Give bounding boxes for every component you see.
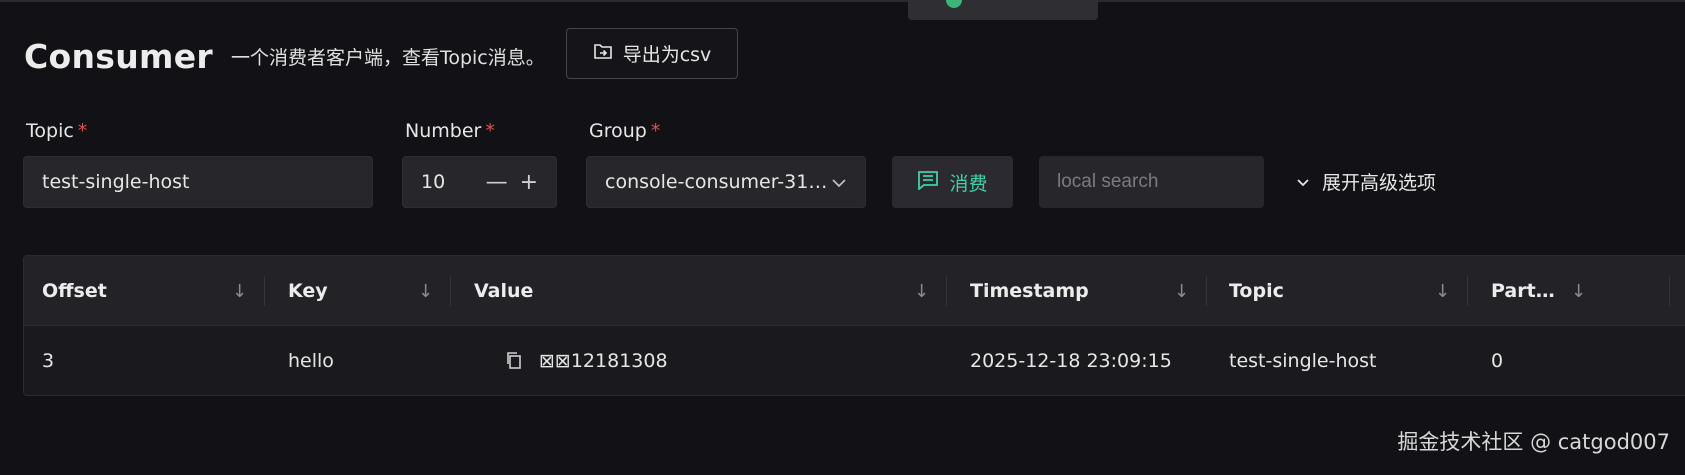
sort-icon[interactable]: ↓ — [1174, 256, 1189, 326]
group-select[interactable]: console-consumer-31… — [586, 156, 866, 208]
number-value: 10 — [421, 171, 446, 193]
cell-partition: 0 — [1491, 350, 1504, 372]
advanced-options-toggle[interactable]: 展开高级选项 — [1296, 168, 1436, 195]
decrement-button[interactable]: — — [486, 170, 508, 195]
column-divider[interactable] — [450, 276, 451, 306]
cell-topic: test-single-host — [1229, 350, 1377, 372]
sort-icon[interactable]: ↓ — [232, 256, 247, 326]
sort-icon[interactable]: ↓ — [418, 256, 433, 326]
column-divider[interactable] — [1206, 276, 1207, 306]
column-header-partition[interactable]: Part… — [1491, 256, 1555, 326]
sort-icon[interactable]: ↓ — [1571, 256, 1586, 326]
column-divider[interactable] — [1669, 276, 1670, 306]
messages-table: Offset ↓ Key ↓ Value ↓ Timestamp ↓ Topic… — [23, 255, 1685, 396]
table-header: Offset ↓ Key ↓ Value ↓ Timestamp ↓ Topic… — [24, 256, 1685, 326]
column-header-timestamp[interactable]: Timestamp — [970, 256, 1089, 326]
page-subtitle: 一个消费者客户端，查看Topic消息。 — [230, 46, 545, 69]
sort-icon[interactable]: ↓ — [914, 256, 929, 326]
toast-notification — [908, 0, 1098, 20]
column-header-topic[interactable]: Topic — [1229, 256, 1284, 326]
consume-label: 消费 — [949, 172, 988, 195]
copy-icon[interactable] — [505, 326, 523, 395]
column-header-offset[interactable]: Offset — [42, 256, 107, 326]
chevron-down-icon — [831, 171, 847, 193]
column-header-key[interactable]: Key — [288, 256, 328, 326]
column-divider[interactable] — [946, 276, 947, 306]
topic-label: Topic * — [26, 120, 88, 142]
consume-button[interactable]: 消费 — [892, 156, 1013, 208]
number-stepper[interactable]: 10 — + — [402, 156, 557, 208]
cell-key: hello — [288, 350, 334, 372]
export-csv-button[interactable]: 导出为csv — [566, 28, 738, 79]
watermark: 掘金技术社区 @ catgod007 — [1397, 430, 1670, 454]
success-icon — [946, 0, 962, 8]
export-icon — [593, 42, 613, 65]
column-divider[interactable] — [264, 276, 265, 306]
cell-timestamp: 2025-12-18 23:09:15 — [970, 350, 1172, 372]
column-divider[interactable] — [1467, 276, 1468, 306]
topic-input[interactable]: test-single-host — [23, 156, 373, 208]
top-border — [0, 0, 1685, 2]
cell-value: ⊠⊠12181308 — [539, 350, 668, 372]
local-search-input[interactable] — [1039, 156, 1264, 208]
group-value: console-consumer-31… — [605, 171, 828, 193]
page-header: Consumer 一个消费者客户端，查看Topic消息。 — [24, 30, 545, 82]
chevron-down-icon — [1296, 171, 1310, 193]
advanced-options-label: 展开高级选项 — [1322, 172, 1437, 194]
cell-offset: 3 — [42, 350, 55, 372]
message-icon — [917, 170, 939, 195]
number-label: Number * — [405, 120, 495, 142]
group-label: Group * — [589, 120, 661, 142]
topic-value: test-single-host — [42, 171, 190, 193]
page-title: Consumer — [24, 36, 213, 76]
export-label: 导出为csv — [622, 44, 712, 66]
column-header-value[interactable]: Value — [474, 256, 533, 326]
increment-button[interactable]: + — [520, 170, 538, 195]
sort-icon[interactable]: ↓ — [1435, 256, 1450, 326]
